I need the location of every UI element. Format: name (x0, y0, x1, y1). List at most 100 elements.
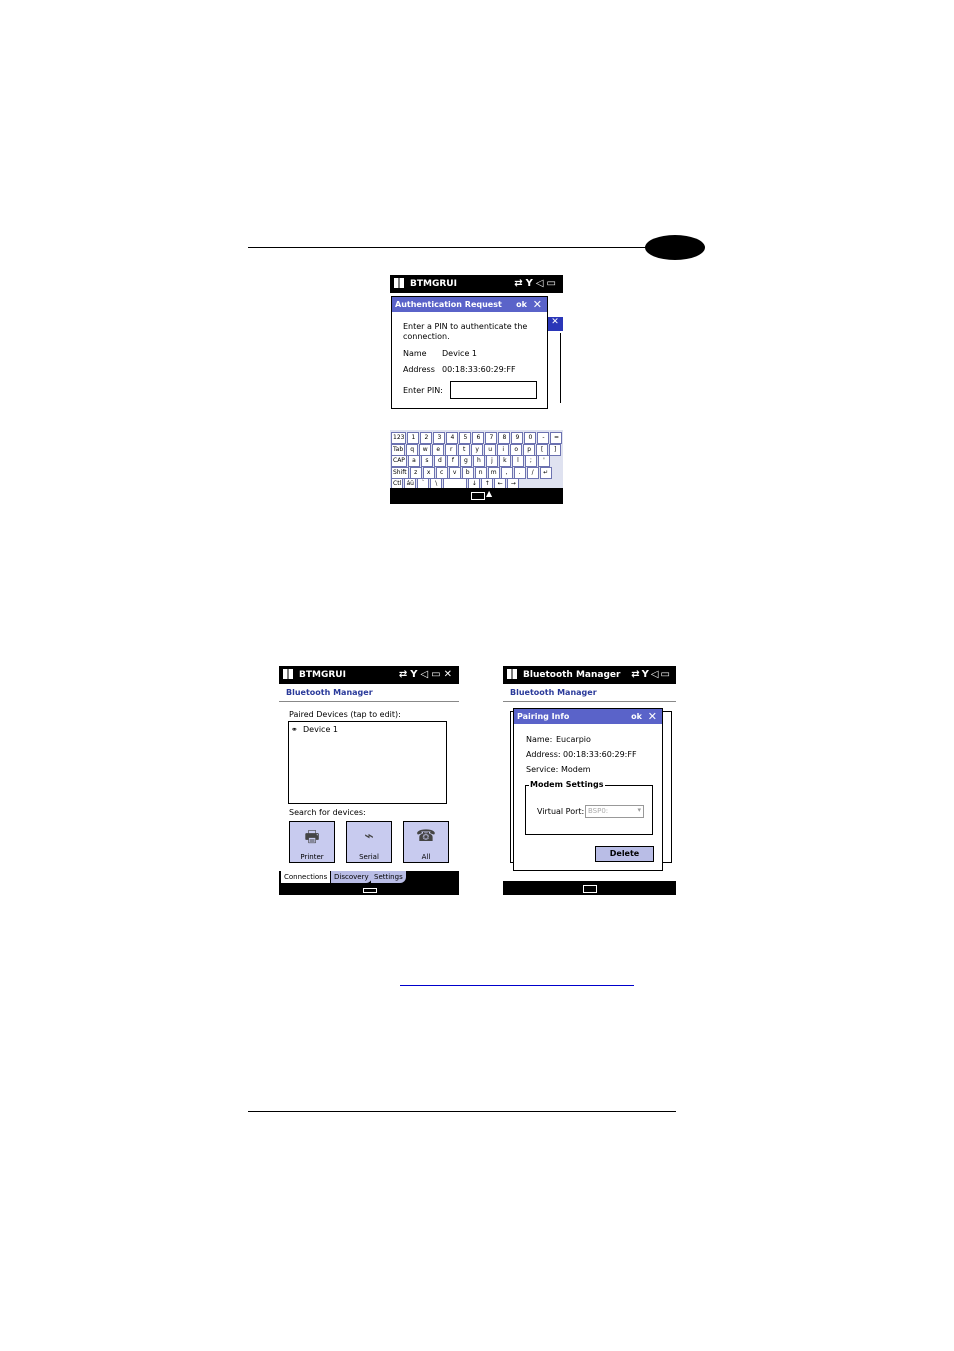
app-title: Bluetooth Manager (510, 688, 597, 697)
keyboard-key[interactable]: r (445, 443, 458, 456)
keyboard-key[interactable]: o (510, 443, 523, 456)
keyboard-key[interactable]: Shift (391, 466, 409, 479)
keyboard-key[interactable]: - (537, 432, 550, 444)
keyboard-key[interactable]: [ (536, 443, 549, 456)
keyboard-key[interactable]: z (409, 466, 422, 479)
keyboard-key[interactable]: 0 (524, 432, 537, 444)
status-icons: ⇄Y◁▭ (514, 278, 559, 289)
delete-button[interactable]: Delete (595, 846, 654, 862)
dialog-titlebar: Authentication Request ok ✕ (392, 297, 547, 312)
keyboard-arrow-up-icon[interactable]: ▲ (486, 489, 492, 498)
windows-logo-icon[interactable] (283, 669, 293, 679)
screenshot-bluetooth-manager: BTMGRUI ⇄Y◁▭✕ Bluetooth Manager Paired D… (279, 666, 459, 895)
keyboard-row: Tab q w e r t y u i o p[] (391, 443, 562, 456)
keyboard-key[interactable]: l (511, 455, 524, 467)
keyboard-key[interactable]: u (484, 443, 497, 456)
list-item[interactable]: Device 1 (303, 725, 338, 734)
windows-logo-icon[interactable] (507, 669, 517, 679)
status-icons: ⇄Y◁▭ (631, 669, 672, 680)
footer-rule (248, 1111, 676, 1112)
windows-logo-icon[interactable] (394, 278, 404, 288)
keyboard-key[interactable]: ' (537, 455, 550, 467)
client-area: Bluetooth Manager Paired Devices (tap to… (279, 684, 459, 871)
keyboard-icon[interactable] (583, 885, 597, 893)
keyboard-key[interactable]: f (446, 455, 459, 467)
virtual-port-select[interactable]: BSP0: ▾ (585, 805, 644, 818)
keyboard-key[interactable]: 6 (472, 432, 485, 444)
serial-button[interactable]: ⌁ Serial (346, 821, 392, 863)
keyboard-key[interactable]: , (500, 466, 513, 479)
keyboard-key[interactable]: 123 (391, 432, 407, 444)
keyboard-key[interactable]: q (406, 443, 419, 456)
keyboard-key[interactable]: ↵ (539, 466, 552, 479)
keyboard-icon[interactable] (363, 888, 377, 893)
keyboard-key[interactable]: 7 (485, 432, 498, 444)
keyboard-key[interactable]: x (422, 466, 435, 479)
tab-bar: Connections Discovery Settings (279, 871, 459, 895)
keyboard-key[interactable]: m (487, 466, 500, 479)
keyboard-key[interactable]: 4 (446, 432, 459, 444)
title-divider (279, 701, 459, 702)
keyboard-key[interactable]: a (407, 455, 420, 467)
keyboard-key[interactable]: p (523, 443, 536, 456)
status-icons: ⇄Y◁▭✕ (398, 669, 455, 680)
keyboard-key[interactable]: s (420, 455, 433, 467)
pin-label: Enter PIN: (403, 386, 443, 395)
keyboard-key[interactable]: j (485, 455, 498, 467)
keyboard-key[interactable]: ] (549, 443, 562, 456)
all-button[interactable]: ☎ All (403, 821, 449, 863)
address-value: 00:18:33:60:29:FF (442, 365, 516, 374)
ok-button[interactable]: ok (516, 300, 527, 309)
keyboard-key[interactable]: 2 (420, 432, 433, 444)
keyboard-key[interactable]: 9 (511, 432, 524, 444)
keyboard-key[interactable]: g (459, 455, 472, 467)
keyboard-key[interactable]: ; (524, 455, 537, 467)
menu-bar (503, 881, 676, 895)
port-value: BSP0: (588, 807, 609, 815)
keyboard-key[interactable]: v (448, 466, 461, 479)
keyboard-key[interactable]: . (513, 466, 526, 479)
keyboard-row: Shift z x c v b n m,. / ↵ (391, 466, 552, 479)
close-icon[interactable]: ✕ (648, 710, 657, 723)
address-value: 00:18:33:60:29:FF (563, 750, 637, 759)
keyboard-key[interactable]: Tab (391, 443, 406, 456)
pairing-dialog: Pairing Info ok ✕ Name: Eucarpio Address… (513, 708, 663, 871)
keyboard-icon[interactable] (471, 492, 485, 500)
keyboard-key[interactable]: k (498, 455, 511, 467)
status-bar: BTMGRUI ⇄Y◁▭✕ (279, 666, 459, 684)
keyboard-key[interactable]: b (461, 466, 474, 479)
keyboard-key[interactable]: h (472, 455, 485, 467)
name-label: Name: (526, 735, 553, 744)
tab-settings[interactable]: Settings (371, 871, 406, 883)
dialog-title: Pairing Info (517, 712, 570, 721)
keyboard-key[interactable]: e (432, 443, 445, 456)
keyboard-key[interactable]: 5 (459, 432, 472, 444)
keyboard-key[interactable]: d (433, 455, 446, 467)
hyperlink-underline[interactable] (400, 985, 634, 986)
keyboard-key[interactable]: 8 (498, 432, 511, 444)
paired-devices-list[interactable]: ⚭ Device 1 (288, 721, 447, 804)
keyboard-key[interactable]: i (497, 443, 510, 456)
keyboard-key[interactable]: = (550, 432, 563, 444)
pin-input[interactable] (450, 381, 537, 399)
tab-connections[interactable]: Connections (281, 871, 331, 883)
ok-button[interactable]: ok (631, 712, 642, 721)
keyboard-key[interactable]: / (526, 466, 539, 479)
all-devices-icon: ☎ (416, 826, 436, 845)
close-icon[interactable]: ✕ (533, 298, 542, 311)
soft-keyboard: 1231234567890-=◆Tabqwertyuiop[]CAPasdfgh… (390, 430, 563, 490)
keyboard-key[interactable]: n (474, 466, 487, 479)
keyboard-key[interactable]: t (458, 443, 471, 456)
tab-discovery[interactable]: Discovery (331, 871, 372, 883)
keyboard-key[interactable]: c (435, 466, 448, 479)
keyboard-key[interactable]: 1 (407, 432, 420, 444)
status-title: Bluetooth Manager (523, 670, 621, 680)
printer-button[interactable]: 🖶 Printer (289, 821, 335, 863)
keyboard-key[interactable]: w (419, 443, 432, 456)
modem-settings-group: Modem Settings Virtual Port: BSP0: ▾ (525, 780, 653, 835)
header-rule (248, 247, 648, 248)
keyboard-key[interactable]: y (471, 443, 484, 456)
device-icon: ⚭ (291, 725, 298, 734)
keyboard-key[interactable]: 3 (433, 432, 446, 444)
keyboard-key[interactable]: CAP (391, 455, 407, 467)
